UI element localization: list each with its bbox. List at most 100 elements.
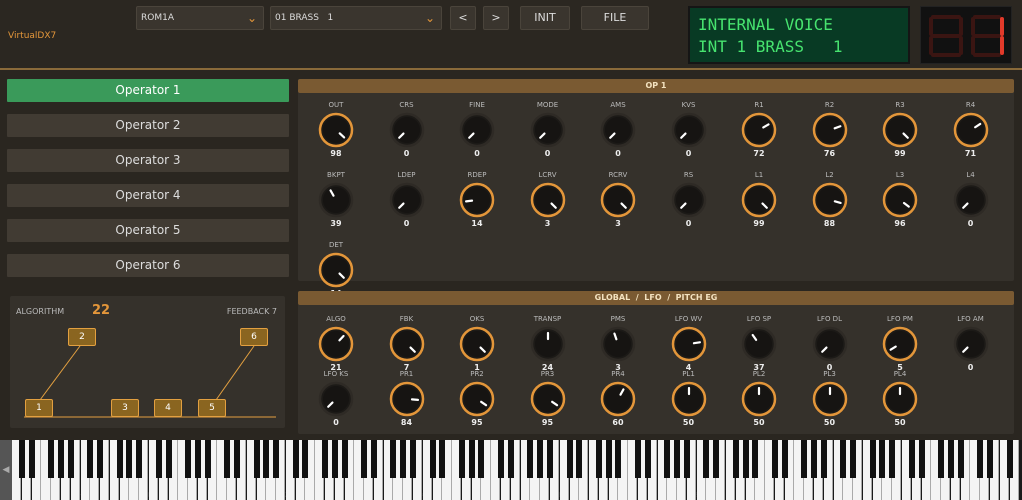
black-key[interactable] (889, 440, 896, 478)
black-key[interactable] (947, 440, 954, 478)
black-key[interactable] (811, 440, 817, 478)
algo-op-2[interactable]: 2 (68, 328, 96, 346)
knob-l4[interactable]: L4 0 (946, 171, 996, 228)
knob-crs[interactable]: CRS 0 (382, 101, 432, 158)
black-key[interactable] (439, 440, 446, 478)
knob-dial[interactable] (952, 111, 990, 149)
knob-dial[interactable] (881, 111, 919, 149)
knob-dial[interactable] (599, 325, 637, 363)
black-key[interactable] (400, 440, 407, 478)
knob-algo[interactable]: ALGO 21 (311, 315, 361, 372)
knob-dial[interactable] (881, 325, 919, 363)
knob-dial[interactable] (740, 380, 778, 418)
black-key[interactable] (331, 440, 338, 478)
knob-lfo-sp[interactable]: LFO SP 37 (734, 315, 784, 372)
black-key[interactable] (126, 440, 133, 478)
black-key[interactable] (595, 440, 602, 478)
black-key[interactable] (410, 440, 416, 478)
black-key[interactable] (634, 440, 641, 478)
knob-lfo-wv[interactable]: LFO WV 4 (664, 315, 714, 372)
knob-lfo-ks[interactable]: LFO KS 0 (311, 370, 361, 427)
black-key[interactable] (390, 440, 397, 478)
knob-dial[interactable] (881, 181, 919, 219)
black-key[interactable] (361, 440, 368, 478)
black-key[interactable] (194, 440, 201, 478)
black-key[interactable] (116, 440, 123, 478)
knob-l3[interactable]: L3 96 (875, 171, 925, 228)
knob-rcrv[interactable]: RCRV 3 (593, 171, 643, 228)
operator-button-1[interactable]: Operator 1 (6, 78, 290, 103)
black-key[interactable] (850, 440, 857, 478)
knob-mode[interactable]: MODE 0 (523, 101, 573, 158)
knob-pl1[interactable]: PL1 50 (664, 370, 714, 427)
algo-op-5[interactable]: 5 (198, 399, 226, 417)
black-key[interactable] (566, 440, 573, 478)
knob-dial[interactable] (317, 325, 355, 363)
black-key[interactable] (615, 440, 622, 478)
knob-lcrv[interactable]: LCRV 3 (523, 171, 573, 228)
knob-dial[interactable] (388, 181, 426, 219)
black-key[interactable] (987, 440, 993, 478)
black-key[interactable] (370, 440, 377, 478)
black-key[interactable] (752, 440, 759, 478)
knob-bkpt[interactable]: BKPT 39 (311, 171, 361, 228)
black-key[interactable] (507, 440, 514, 478)
knob-dial[interactable] (740, 111, 778, 149)
knob-pr3[interactable]: PR3 95 (523, 370, 573, 427)
black-key[interactable] (957, 440, 964, 478)
knob-lfo-dl[interactable]: LFO DL 0 (805, 315, 855, 372)
black-key[interactable] (713, 440, 720, 478)
black-key[interactable] (918, 440, 925, 478)
knob-out[interactable]: OUT 98 (311, 101, 361, 158)
black-key[interactable] (97, 440, 103, 478)
knob-pr1[interactable]: PR1 84 (382, 370, 432, 427)
knob-pl2[interactable]: PL2 50 (734, 370, 784, 427)
black-key[interactable] (18, 440, 25, 478)
knob-dial[interactable] (388, 380, 426, 418)
knob-pr2[interactable]: PR2 95 (452, 370, 502, 427)
black-key[interactable] (703, 440, 710, 478)
knob-dial[interactable] (599, 181, 637, 219)
black-key[interactable] (576, 440, 583, 478)
knob-dial[interactable] (458, 111, 496, 149)
next-voice-button[interactable]: > (483, 6, 509, 30)
black-key[interactable] (478, 440, 485, 478)
black-key[interactable] (155, 440, 162, 478)
knob-dial[interactable] (599, 111, 637, 149)
knob-dial[interactable] (458, 181, 496, 219)
knob-dial[interactable] (317, 111, 355, 149)
black-key[interactable] (302, 440, 309, 478)
knob-ams[interactable]: AMS 0 (593, 101, 643, 158)
black-key[interactable] (185, 440, 191, 478)
operator-button-3[interactable]: Operator 3 (6, 148, 290, 173)
knob-dial[interactable] (388, 325, 426, 363)
knob-dial[interactable] (952, 181, 990, 219)
black-key[interactable] (57, 440, 64, 478)
knob-rs[interactable]: RS 0 (664, 171, 714, 228)
knob-dial[interactable] (811, 111, 849, 149)
knob-dial[interactable] (740, 181, 778, 219)
knob-dial[interactable] (529, 111, 567, 149)
knob-dial[interactable] (529, 380, 567, 418)
black-key[interactable] (292, 440, 299, 478)
black-key[interactable] (273, 440, 280, 478)
knob-dial[interactable] (317, 181, 355, 219)
black-key[interactable] (429, 440, 436, 478)
knob-l2[interactable]: L2 88 (805, 171, 855, 228)
knob-r4[interactable]: R4 71 (946, 101, 996, 158)
black-key[interactable] (664, 440, 671, 478)
black-key[interactable] (253, 440, 260, 478)
knob-dial[interactable] (670, 380, 708, 418)
black-key[interactable] (732, 440, 739, 478)
prev-voice-button[interactable]: < (450, 6, 476, 30)
knob-dial[interactable] (388, 111, 426, 149)
knob-fine[interactable]: FINE 0 (452, 101, 502, 158)
knob-dial[interactable] (670, 181, 708, 219)
knob-dial[interactable] (458, 325, 496, 363)
knob-rdep[interactable]: RDEP 14 (452, 171, 502, 228)
knob-dial[interactable] (529, 325, 567, 363)
black-key[interactable] (771, 440, 778, 478)
black-key[interactable] (742, 440, 749, 478)
black-key[interactable] (527, 440, 534, 478)
keyboard-scroll-left-icon[interactable]: ◀ (0, 440, 12, 500)
